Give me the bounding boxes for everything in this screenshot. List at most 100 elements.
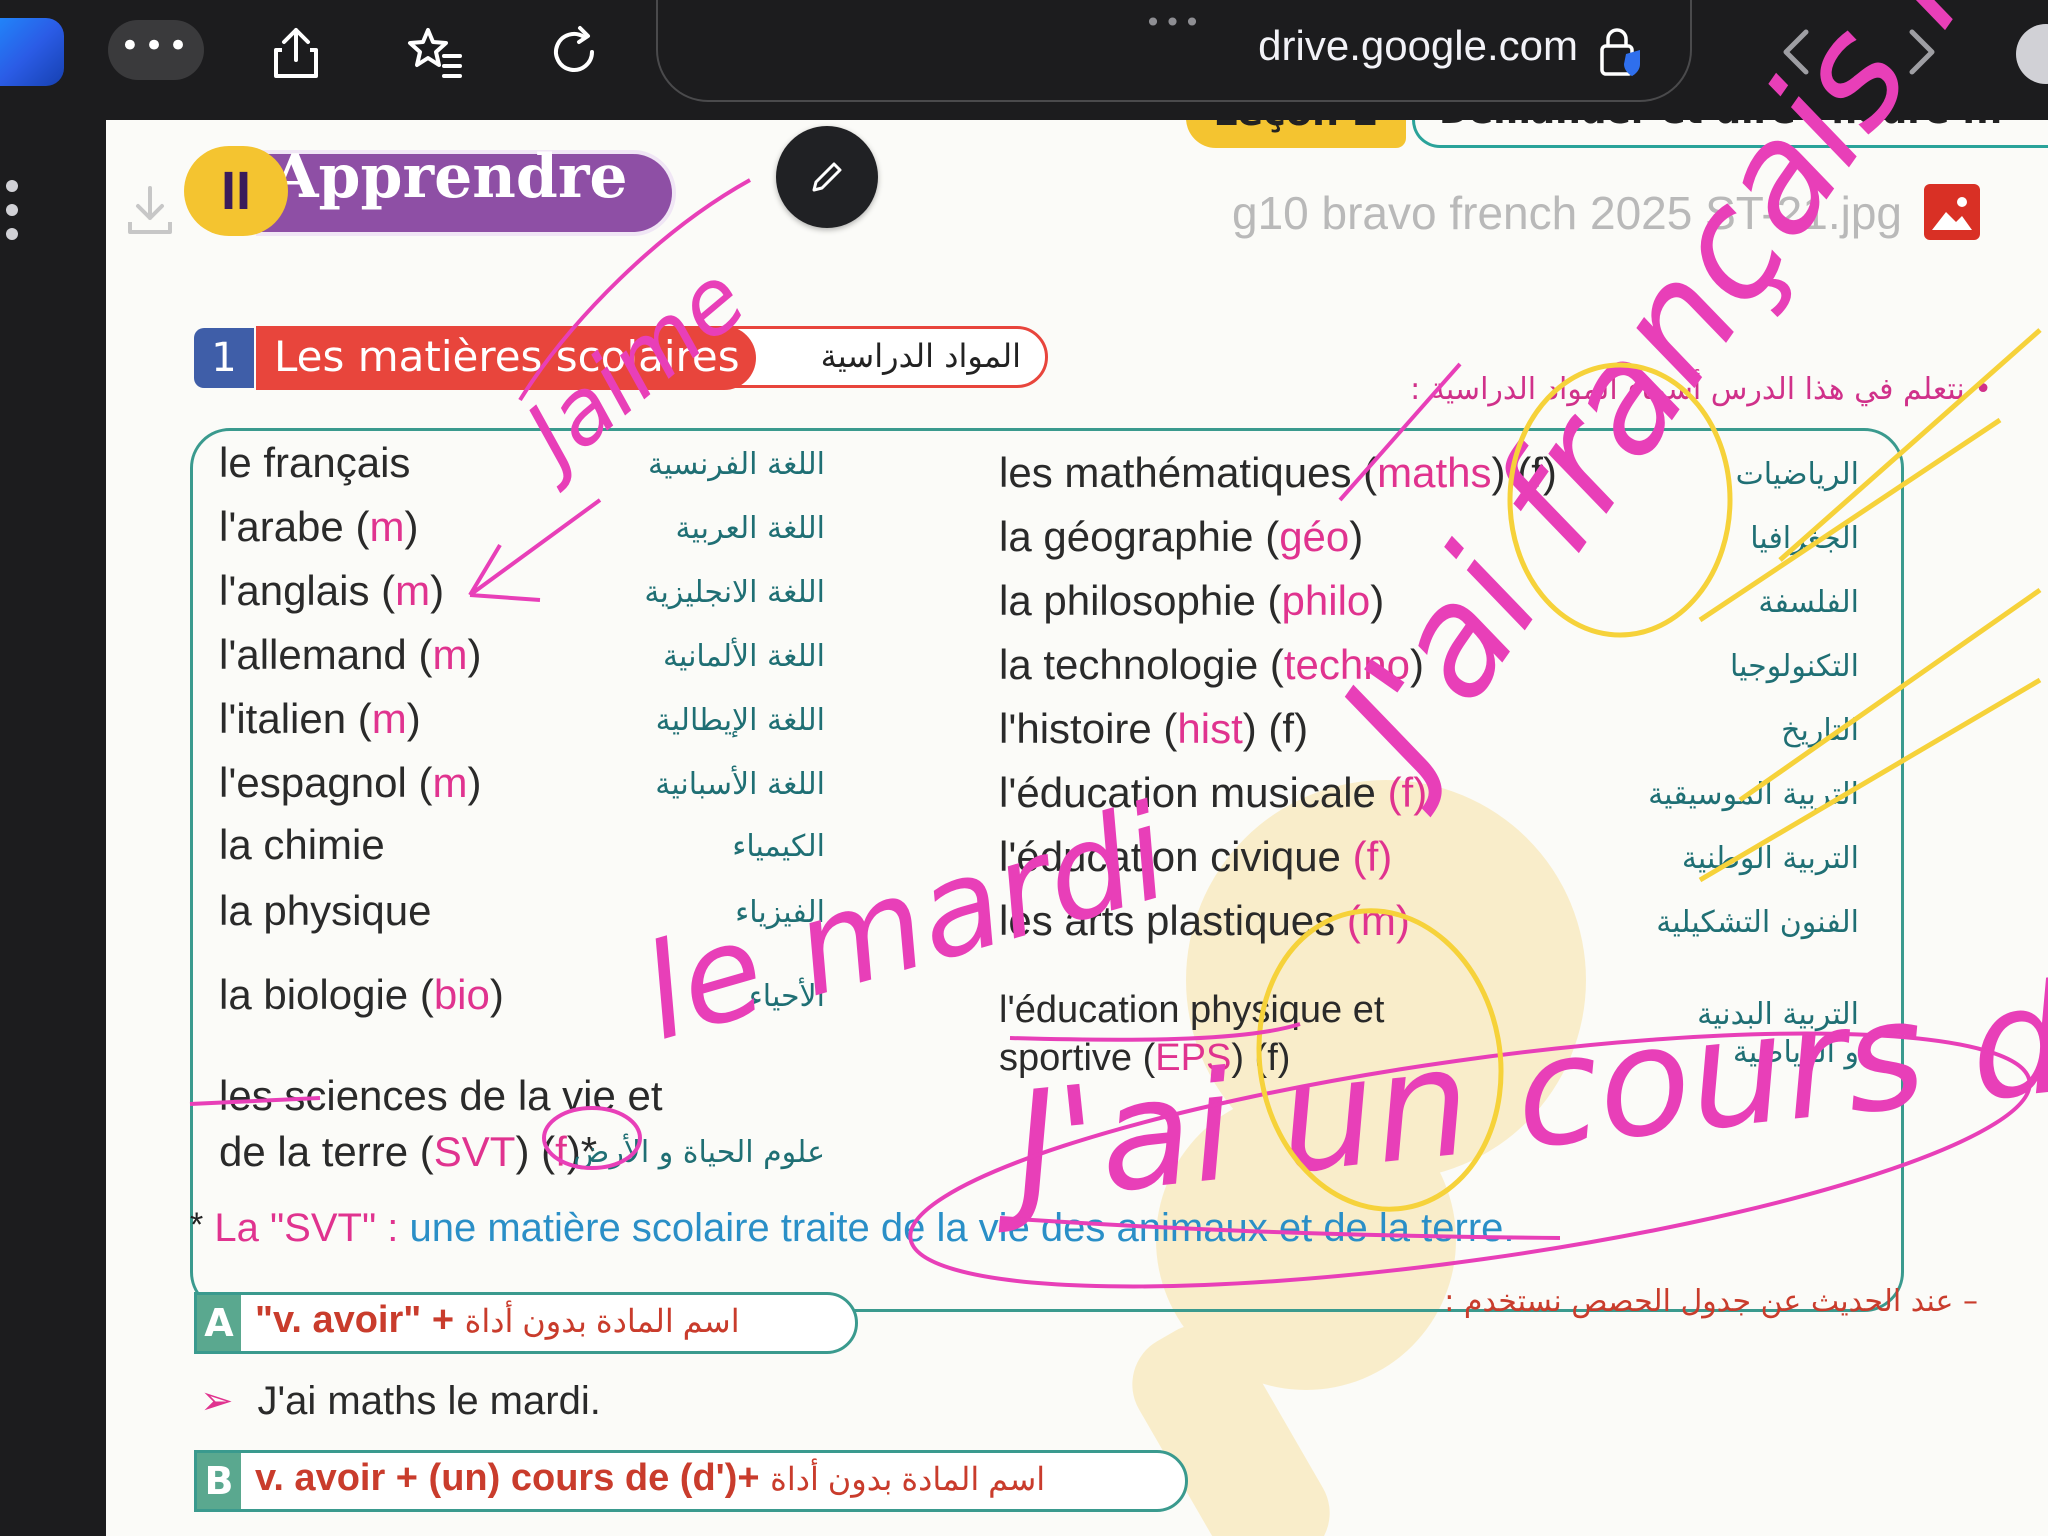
section-header: 1 المواد الدراسية Les matières scolaires [194,322,1062,392]
subject-fr-line: sportive (EPS) (f) [999,1037,1291,1079]
rule-text: "v. avoir" + اسم المادة بدون أداة [255,1299,740,1341]
subject-row: la physique الفيزياء [219,887,825,943]
lesson-title: Demander et dire l'heure ... [1412,120,2048,148]
subject-fr: les arts plastiques (m) [999,897,1410,944]
subject-ar: التربية الموسيقية [1648,777,1859,812]
section-number: 1 [194,328,254,388]
copilot-app-icon[interactable] [0,18,64,86]
subject-fr: l'anglais (m) [219,567,445,614]
subject-fr: l'histoire (hist) (f) [999,705,1309,752]
subject-ar: الأحياء [748,979,825,1014]
subject-fr: l'allemand (m) [219,631,482,678]
vocabulary-table: le français اللغة الفرنسية l'arabe (m) اللغ… [190,428,1904,1312]
subject-row: les arts plastiques (m) الفنون التشكيلية [999,897,1859,953]
subject-row: l'anglais (m) اللغة الانجليزية [219,567,825,623]
subject-row: l'allemand (m) اللغة الألمانية [219,631,825,687]
subject-row: l'éducation musicale (f) التربية الموسيقي… [999,769,1859,825]
subject-row: l'espagnol (m) اللغة الأسبانية [219,759,825,815]
profile-avatar[interactable] [2016,24,2048,84]
subject-ar: اللغة الإيطالية [655,703,825,738]
subject-row: le français اللغة الفرنسية [219,439,825,495]
subject-fr: les mathématiques (maths) (f) [999,449,1557,496]
subject-ar: التربية البدنية [1697,997,1859,1032]
subject-ar: اللغة الألمانية [662,639,825,674]
subject-ar: الجغرافيا [1750,521,1859,556]
section-title-arabic: المواد الدراسية [820,337,1021,375]
subject-ar: التاريخ [1781,713,1859,748]
apprendre-number: II [184,146,288,236]
subject-ar: اللغة الانجليزية [644,575,825,610]
back-arrow-icon[interactable] [1770,22,1826,82]
download-icon[interactable] [124,182,176,238]
url-text[interactable]: drive.google.com [1258,22,1578,70]
svt-footnote: * La "SVT" : une matière scolaire traite… [190,1206,1515,1250]
subject-row: l'histoire (hist) (f) التاريخ [999,705,1859,761]
subject-ar: الكيمياء [732,829,825,864]
apprendre-label: Apprendre [272,142,628,212]
subject-fr: l'arabe (m) [219,503,419,550]
forward-arrow-icon[interactable] [1892,22,1948,82]
more-options-button[interactable]: ••• [108,20,204,80]
subject-ar: الفيزياء [735,895,825,930]
subject-ar: الفنون التشكيلية [1656,905,1859,940]
subject-fr-line: les sciences de la vie et [219,1072,663,1119]
address-bar[interactable]: ••• drive.google.com [656,0,1692,102]
document-image: Leçon 2 Demander et dire l'heure ... II … [106,120,2048,1536]
subject-ar: التكنولوجيا [1729,649,1859,684]
rule-a: A "v. avoir" + اسم المادة بدون أداة [194,1292,858,1354]
subject-ar: الفلسفة [1758,585,1859,620]
subject-row: les mathématiques (maths) (f) الرياضيات [999,449,1859,505]
subject-ar: اللغة الفرنسية [648,447,825,482]
left-sidebar [0,120,106,1536]
browser-toolbar: ••• ••• drive.google.com [0,0,2048,120]
subject-row: la géographie (géo) الجغرافيا [999,513,1859,569]
subject-row: la technologie (techno) التكنولوجيا [999,641,1859,697]
subject-ar: اللغة العربية [675,511,826,546]
refresh-icon[interactable] [544,22,604,82]
image-file-icon [1924,184,1980,240]
subject-row: la philosophie (philo) الفلسفة [999,577,1859,633]
subject-ar: الرياضيات [1735,457,1859,492]
lesson-tag: Leçon 2 [1186,120,1406,148]
subject-fr: la technologie (techno) [999,641,1424,688]
subject-row: l'arabe (m) اللغة العربية [219,503,825,559]
timetable-note-arabic: – عند الحديث عن جدول الحصص نستخدم : [1444,1284,1978,1319]
edit-button[interactable] [776,126,878,228]
subject-fr: la géographie (géo) [999,513,1364,560]
subject-ar: اللغة الأسبانية [655,767,825,802]
subject-fr: la physique [219,887,432,934]
subject-ar: التربية الوطنية [1681,841,1859,876]
section-title: Les matières scolaires [274,332,740,381]
share-icon[interactable] [266,22,326,82]
subject-fr: la philosophie (philo) [999,577,1385,624]
favorites-icon[interactable] [404,22,464,82]
subject-fr: l'espagnol (m) [219,759,482,806]
subject-row: l'éducation civique (f) التربية الوطنية [999,833,1859,889]
file-name: g10 bravo french 2025 ST-21.jpg [1231,187,1902,239]
subject-fr: la chimie [219,821,385,868]
lock-shield-icon[interactable] [1594,26,1648,80]
subject-fr: l'éducation civique (f) [999,833,1393,880]
subject-ar: علوم الحياة و الأرض [573,1135,825,1170]
section-subtitle-arabic: • نتعلم في هذا الدرس أسماء المواد الدراس… [1410,372,1992,407]
subject-fr-line: de la terre (SVT) (f)* [219,1128,598,1175]
rule-b: B v. avoir + (un) cours de (d')+ اسم الم… [194,1450,1188,1512]
subject-row: l'italien (m) اللغة الإيطالية [219,695,825,751]
subject-fr: le français [219,439,411,486]
subject-row: la chimie الكيمياء [219,821,825,877]
subject-fr: la biologie (bio) [219,971,504,1018]
subject-row-svt: les sciences de la vie et de la terre (S… [219,1069,825,1179]
example-sentence: ➢ J'ai maths le mardi. [200,1379,601,1423]
rail-menu-icon[interactable] [6,180,22,250]
rule-letter: B [197,1453,241,1509]
rule-text: v. avoir + (un) cours de (d')+ اسم الماد… [255,1457,1046,1499]
apprendre-banner: II Apprendre [184,132,698,250]
subject-ar: و الرياضية [1732,1035,1859,1070]
subject-fr-line: l'éducation physique et [999,989,1385,1031]
subject-row-eps: l'éducation physique et sportive (EPS) (… [999,983,1859,1093]
pencil-icon [812,162,842,192]
subject-row: la biologie (bio) الأحياء [219,971,825,1027]
subject-fr: l'italien (m) [219,695,421,742]
rule-letter: A [197,1295,241,1351]
subject-fr: l'éducation musicale (f) [999,769,1428,816]
